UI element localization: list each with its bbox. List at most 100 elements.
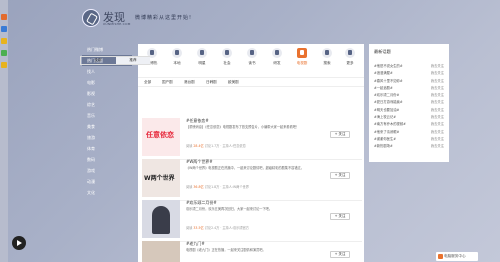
latest-topic-row[interactable]: #浪漫满屋# 我去关注 — [374, 70, 444, 77]
nav-item-tv[interactable]: 影视 — [82, 88, 132, 99]
category-item-tv-drama[interactable]: 电视剧 — [290, 48, 314, 66]
follow-link[interactable]: 我去关注 — [431, 99, 444, 104]
app-icon[interactable] — [1, 50, 7, 56]
category-item-more[interactable]: 更多 — [338, 48, 362, 66]
service-icon — [438, 254, 443, 259]
category-label: 更多 — [346, 61, 354, 65]
nav-item-movie[interactable]: 电影 — [82, 77, 132, 88]
subtab-hktw[interactable]: 港台剧 — [184, 80, 195, 85]
topic-title[interactable]: #W两个世界# — [186, 159, 213, 165]
latest-topic-name[interactable]: #欢乐颂二月份# — [374, 92, 399, 97]
latest-topic-name[interactable]: #南方有乔木的视频# — [374, 121, 406, 126]
follow-link[interactable]: 我去关注 — [431, 63, 444, 68]
topic-item: #欢乐颂二月份# 欢乐颂二月份，欢乐五美再次回归，大家一起来讨论一下吧。 阅读 … — [142, 198, 362, 242]
latest-topic-name[interactable]: #新热剧场# — [374, 143, 393, 148]
panel-title: 最新话题 — [374, 49, 391, 54]
nav-item-sports[interactable]: 体育 — [82, 143, 132, 154]
system-tray-widget[interactable]: 电脑服务中心 — [436, 252, 478, 261]
topic-title[interactable]: #欢乐颂二月份# — [186, 200, 217, 206]
latest-topic-row[interactable]: #新热剧场# 我去关注 — [374, 143, 444, 150]
nav-item-digital[interactable]: 数码 — [82, 154, 132, 165]
latest-topic-row[interactable]: #一起追剧# 我去关注 — [374, 85, 444, 92]
category-label: 本地 — [173, 61, 181, 65]
follow-button[interactable]: + 关注 — [330, 251, 350, 258]
toggle-recommended[interactable]: 推荐 — [116, 57, 150, 64]
latest-topic-row[interactable]: #海上牧云记# 我去关注 — [374, 114, 444, 121]
latest-topic-name[interactable]: #他是不说女生的# — [374, 63, 403, 68]
latest-topic-row[interactable]: #谢谢你医生# 我去关注 — [374, 136, 444, 143]
follow-link[interactable]: 我去关注 — [431, 114, 444, 119]
latest-topic-name[interactable]: #一起追剧# — [374, 85, 393, 90]
topic-desc: 【重磅消息】《任意依恋》电视剧发布了首支预告片，小编带大家一起来看看吧！ — [186, 125, 300, 129]
topic-thumbnail[interactable] — [142, 200, 180, 238]
topic-title[interactable]: #任意依恋# — [186, 118, 209, 124]
logo-icon[interactable] — [82, 9, 100, 27]
desktop-icon-strip — [0, 0, 8, 262]
category-item[interactable]: 读书 — [240, 48, 264, 66]
follow-link[interactable]: 我去关注 — [431, 121, 444, 126]
category-item[interactable]: 社会 — [215, 48, 239, 66]
subtab-all[interactable]: 全部 — [144, 80, 151, 85]
category-item[interactable]: 本地 — [165, 48, 189, 66]
nav-item-anime[interactable]: 动漫 — [82, 176, 132, 187]
filter-toggle: 全部 推荐 — [80, 56, 150, 65]
topic-thumbnail[interactable]: 任意依恋 — [142, 118, 180, 156]
follow-button[interactable]: + 关注 — [330, 213, 350, 220]
toggle-all[interactable]: 全部 — [81, 57, 115, 64]
latest-topic-name[interactable]: #他来了请闭眼# — [374, 129, 399, 134]
follow-link[interactable]: 我去关注 — [431, 107, 444, 112]
latest-topic-row[interactable]: #春风十里不如你# 我去关注 — [374, 78, 444, 85]
latest-topic-name[interactable]: #谢谢你医生# — [374, 136, 396, 141]
nav-item-people[interactable]: 找人 — [82, 66, 132, 77]
follow-link[interactable]: 我去关注 — [431, 143, 444, 148]
play-icon[interactable] — [12, 236, 26, 250]
app-icon[interactable] — [1, 62, 7, 68]
follow-link[interactable]: 我去关注 — [431, 70, 444, 75]
reads-label: 阅读 — [186, 144, 193, 148]
follow-button[interactable]: + 关注 — [330, 131, 350, 138]
latest-topic-name[interactable]: #浪漫满屋# — [374, 70, 393, 75]
latest-topic-row[interactable]: #他是不说女生的# 我去关注 — [374, 63, 444, 70]
follow-button[interactable]: + 关注 — [330, 172, 350, 179]
latest-topic-row[interactable]: #南方有乔木的视频# 我去关注 — [374, 121, 444, 128]
app-icon[interactable] — [1, 26, 7, 32]
nav-item-variety[interactable]: 综艺 — [82, 99, 132, 110]
latest-topic-name[interactable]: #海上牧云记# — [374, 114, 396, 119]
follow-link[interactable]: 我去关注 — [431, 129, 444, 134]
latest-topic-name[interactable]: #明天也要加油# — [374, 107, 399, 112]
subtab-domestic[interactable]: 国产剧 — [162, 80, 173, 85]
nav-item-culture[interactable]: 文化 — [82, 187, 132, 198]
topic-title[interactable]: #老九门# — [186, 241, 205, 247]
reads-count: 36.8亿 — [193, 185, 204, 189]
topic-item: #老九门# 电视剧《老九门》正在热播，一起来关注剧情和演员吧。 + 关注 — [142, 239, 362, 262]
topic-thumbnail[interactable]: W两个世界 — [142, 159, 180, 197]
latest-topic-row[interactable]: #欢乐颂二月份# 我去关注 — [374, 92, 444, 99]
subtab-jpkr[interactable]: 日韩剧 — [206, 80, 217, 85]
latest-topic-row[interactable]: #夏日打游戏能赢# 我去关注 — [374, 99, 444, 106]
nav-item-games[interactable]: 游戏 — [82, 165, 132, 176]
star-icon — [197, 48, 207, 58]
thumbnail-caption: 任意依恋 — [146, 131, 174, 139]
latest-topic-row[interactable]: #明天也要加油# 我去关注 — [374, 107, 444, 114]
nav-item-food[interactable]: 美食 — [82, 121, 132, 132]
category-item[interactable]: 研发 — [265, 48, 289, 66]
nav-item-music[interactable]: 音乐 — [82, 110, 132, 121]
app-icon[interactable] — [1, 14, 7, 20]
category-item[interactable]: 搜索 — [315, 48, 339, 66]
app-icon[interactable] — [1, 38, 7, 44]
latest-topic-name[interactable]: #夏日打游戏能赢# — [374, 99, 403, 104]
nav-item-travel[interactable]: 旅游 — [82, 132, 132, 143]
category-item[interactable]: 明星 — [190, 48, 214, 66]
follow-link[interactable]: 我去关注 — [431, 85, 444, 90]
follow-link[interactable]: 我去关注 — [431, 92, 444, 97]
latest-topic-name[interactable]: #春风十里不如你# — [374, 78, 403, 83]
topic-desc: 《W两个世界》电视剧正在热播中，一起来讨论剧情吧，超级精彩的剧集不容错过。 — [186, 166, 304, 170]
subtab-western[interactable]: 欧美剧 — [228, 80, 239, 85]
nav-item-hot-weibo[interactable]: 热门微博 — [82, 44, 132, 55]
topic-thumbnail[interactable] — [142, 241, 180, 262]
follow-link[interactable]: 我去关注 — [431, 136, 444, 141]
topic-desc: 欢乐颂二月份，欢乐五美再次回归，大家一起来讨论一下吧。 — [186, 207, 273, 211]
follow-link[interactable]: 我去关注 — [431, 78, 444, 83]
latest-topic-row[interactable]: #他来了请闭眼# 我去关注 — [374, 129, 444, 136]
category-label: 社会 — [223, 61, 231, 65]
